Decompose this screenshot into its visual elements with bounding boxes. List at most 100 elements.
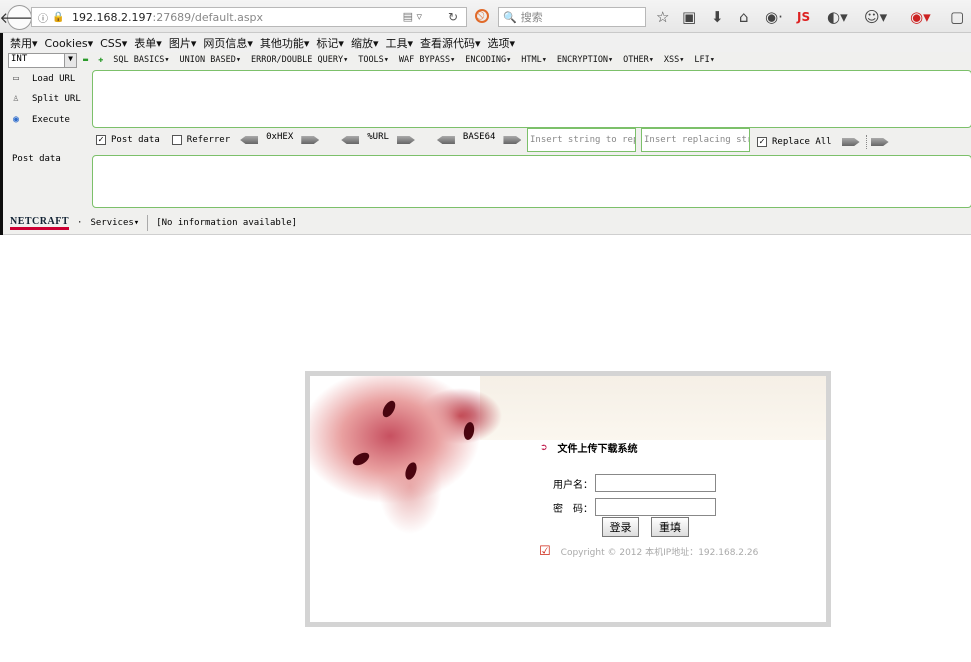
search-input[interactable]: 🔍 搜索 (498, 7, 646, 27)
load-url-button[interactable]: ▭ Load URL (10, 73, 75, 84)
reset-button[interactable]: 重填 (651, 517, 689, 537)
download-icon[interactable]: ⬇ (711, 8, 724, 26)
hand-photo (310, 376, 560, 576)
palette-icon[interactable]: ☺▾ (864, 8, 887, 26)
username-row: 用户名： (553, 474, 716, 492)
netcraft-info: [No information available] (156, 217, 298, 228)
url-bar[interactable]: ⓘ 🔒 192.168.2.197:27689/default.aspx ▤ ▿… (31, 7, 467, 27)
menu-resize[interactable]: 缩放▾ (351, 35, 379, 51)
menu-html[interactable]: HTML▾ (521, 55, 547, 65)
split-url-button[interactable]: ♙ Split URL (10, 93, 81, 104)
addon-sphere-icon[interactable]: ◐▾ (827, 8, 848, 26)
webdeveloper-toolbar: 禁用▾ Cookies▾ CSS▾ 表单▾ 图片▾ 网页信息▾ 其他功能▾ 标记… (0, 33, 971, 53)
minus-icon[interactable]: ▬ (83, 55, 88, 65)
plus-icon[interactable]: ✚ (98, 55, 103, 65)
url-encode-arrow-icon[interactable] (396, 136, 415, 144)
replace-arrow-icon[interactable] (841, 138, 860, 146)
replace-next-arrow-icon[interactable] (870, 138, 889, 146)
reader-view-icon[interactable]: ▤ ▿ (403, 10, 422, 23)
base64-decode-arrow-icon[interactable] (436, 136, 455, 144)
urlenc-label: %URL (367, 132, 389, 142)
info-icon[interactable]: ⓘ (38, 10, 52, 25)
password-row: 密 码： (553, 498, 716, 516)
divider (147, 214, 149, 231)
checkmark-icon: ☑ (539, 544, 551, 559)
url-decode-arrow-icon[interactable] (341, 136, 360, 144)
system-title: ➲ 文件上传下载系统 (540, 442, 638, 456)
menu-encryption[interactable]: ENCRYPTION▾ (557, 55, 613, 65)
hackbar-panel: INT ▼ ▬ ✚ SQL BASICS▾ UNION BASED▾ ERROR/… (0, 52, 971, 235)
menu-lfi[interactable]: LFI▾ (694, 55, 714, 65)
netcraft-logo[interactable]: NETCRAFT (10, 216, 70, 230)
hex-encode-arrow-icon[interactable] (301, 136, 320, 144)
hex-decode-arrow-icon[interactable] (240, 136, 259, 144)
js-toggle-icon[interactable]: JS (797, 10, 810, 24)
copyright-text: Copyright © 2012 本机IP地址：192.168.2.26 (560, 548, 759, 558)
load-url-icon: ▭ (12, 73, 20, 84)
menu-other[interactable]: OTHER▾ (623, 55, 654, 65)
chevron-down-icon: ▼ (64, 54, 76, 67)
back-button[interactable]: 🡐 (0, 5, 40, 30)
password-label: 密 码： (553, 503, 593, 515)
menu-images[interactable]: 图片▾ (169, 35, 197, 51)
login-button[interactable]: 登录 (602, 517, 639, 537)
insert-replacing-input[interactable]: Insert replacing string (641, 128, 750, 152)
menu-tools[interactable]: 工具▾ (385, 35, 413, 51)
base64-encode-arrow-icon[interactable] (503, 136, 522, 144)
password-input[interactable] (595, 498, 716, 516)
page-content: ➲ 文件上传下载系统 用户名： 密 码： 登录 重填 ☑ Copyright © 2… (0, 235, 971, 662)
login-card-inner: ➲ 文件上传下载系统 用户名： 密 码： 登录 重填 ☑ Copyright © 2… (310, 376, 826, 622)
menu-page-info[interactable]: 网页信息▾ (203, 35, 253, 51)
hex-label: 0xHEX (266, 132, 294, 142)
insert-string-input[interactable]: Insert string to replace (527, 128, 636, 152)
insecure-lock-icon: 🔒 (52, 11, 65, 23)
menu-forms[interactable]: 表单▾ (134, 35, 162, 51)
url-textarea[interactable] (92, 70, 971, 128)
int-select[interactable]: INT ▼ (8, 53, 77, 68)
menu-cookies[interactable]: Cookies▾ (45, 37, 94, 50)
services-menu[interactable]: Services▾ (90, 218, 139, 228)
username-label: 用户名： (553, 479, 593, 491)
search-icon: 🔍 (503, 10, 517, 24)
post-data-checkbox[interactable]: ✓ (96, 135, 106, 145)
url-host: 192.168.2.197 (72, 10, 153, 24)
copyright-row: ☑ Copyright © 2012 本机IP地址：192.168.2.26 (539, 544, 758, 559)
menu-options[interactable]: 选项▾ (488, 35, 516, 51)
menu-tools[interactable]: TOOLS▾ (358, 55, 389, 65)
menu-view-source[interactable]: 查看源代码▾ (420, 35, 481, 51)
username-input[interactable] (595, 474, 716, 492)
post-data-textarea[interactable] (92, 155, 971, 208)
reload-icon[interactable]: ↻ (448, 10, 458, 24)
execute-button[interactable]: ◉ Execute (10, 114, 70, 125)
menu-outline[interactable]: 标记▾ (316, 35, 344, 51)
menu-sql-basics[interactable]: SQL BASICS▾ (113, 55, 169, 65)
menu-error-query[interactable]: ERROR/DOUBLE QUERY▾ (251, 55, 348, 65)
block-icon[interactable]: ⃠ (475, 9, 489, 23)
menu-xss[interactable]: XSS▾ (664, 55, 684, 65)
menu-disable[interactable]: 禁用▾ (10, 35, 38, 51)
nail-shape (462, 421, 476, 441)
menu-encoding[interactable]: ENCODING▾ (465, 55, 511, 65)
addon-globe-icon[interactable]: ◉· (765, 8, 783, 26)
reading-list-icon[interactable]: ▣ (682, 8, 696, 26)
menu-union-based[interactable]: UNION BASED▾ (180, 55, 241, 65)
post-data-label: Post data (12, 154, 61, 164)
netcraft-bar: NETCRAFT · Services▾ [No information ava… (0, 210, 971, 235)
nail-shape (350, 450, 372, 468)
divider (865, 135, 867, 149)
login-card: ➲ 文件上传下载系统 用户名： 密 码： 登录 重填 ☑ Copyright © 2… (305, 371, 831, 627)
menu-css[interactable]: CSS▾ (100, 37, 127, 50)
replace-all-checkbox[interactable]: ✓ (757, 137, 767, 147)
split-url-icon: ♙ (12, 93, 20, 104)
menu-waf-bypass[interactable]: WAF BYPASS▾ (399, 55, 455, 65)
window-icon[interactable]: ▢ (950, 8, 964, 26)
home-icon[interactable]: ⌂ (739, 8, 749, 26)
execute-icon: ◉ (12, 114, 20, 125)
bookmark-star-icon[interactable]: ☆ (656, 8, 669, 26)
arrow-bullet-icon: ➲ (540, 442, 548, 453)
menu-misc[interactable]: 其他功能▾ (260, 35, 310, 51)
chevron-down-icon[interactable]: · (77, 218, 82, 228)
addon-red-icon[interactable]: ◉▾ (910, 8, 931, 26)
nail-shape (403, 460, 419, 482)
referrer-checkbox[interactable] (171, 135, 182, 145)
